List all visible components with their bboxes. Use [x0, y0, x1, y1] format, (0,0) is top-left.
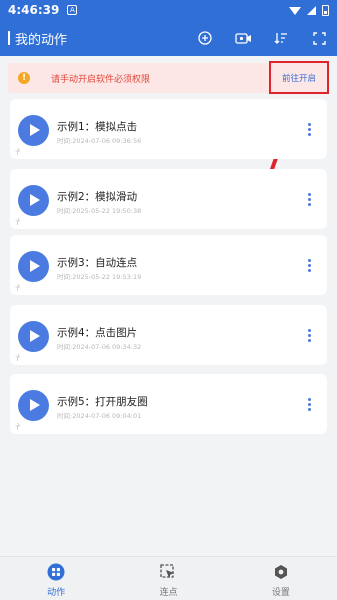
enable-permission-button[interactable]: 前往开启 [269, 61, 329, 94]
pin-icon [15, 148, 20, 155]
action-time: 时间:2025-05-22 19:50:38 [57, 207, 142, 215]
record-icon [234, 32, 251, 44]
pin-icon [15, 423, 20, 430]
action-item[interactable]: 示例2：模拟滑动时间:2025-05-22 19:50:38 [10, 169, 327, 229]
play-button[interactable] [18, 185, 49, 216]
action-name: 示例2：模拟滑动 [57, 191, 138, 203]
add-button[interactable] [195, 28, 215, 48]
action-item[interactable]: 示例1：模拟点击时间:2024-07-06 09:36:56 [10, 99, 327, 159]
app-bar: 我的动作 [0, 20, 337, 56]
tab-clicker[interactable]: 连点 [112, 557, 224, 600]
scan-icon [312, 31, 326, 45]
action-name: 示例3：自动连点 [57, 257, 138, 269]
action-item[interactable]: 示例5：打开朋友圈时间:2024-07-06 09:04:01 [10, 374, 327, 434]
signal-icon [307, 5, 316, 15]
play-button[interactable] [18, 115, 49, 146]
tab-label: 设置 [271, 588, 290, 598]
wifi-icon [289, 7, 301, 15]
gear-icon [272, 563, 290, 581]
action-name: 示例4：点击图片 [57, 327, 138, 339]
more-options-icon[interactable] [308, 193, 311, 206]
action-name: 示例1：模拟点击 [57, 121, 138, 133]
clock: 4:46:39 [8, 3, 60, 17]
more-options-icon[interactable] [308, 329, 311, 342]
add-icon [198, 31, 212, 45]
more-options-icon[interactable] [308, 259, 311, 272]
action-item[interactable]: 示例3：自动连点时间:2025-05-22 19:53:19 [10, 235, 327, 295]
warning-icon: ! [18, 72, 30, 84]
notification-icon: A [67, 5, 78, 15]
action-time: 时间:2025-05-22 19:53:19 [57, 273, 142, 281]
pin-icon [15, 218, 20, 225]
action-time: 时间:2024-07-06 09:34:32 [57, 343, 142, 351]
tab-actions[interactable]: 动作 [0, 557, 112, 600]
bottom-tab-bar: 动作 连点 设置 [0, 556, 337, 600]
pin-icon [15, 284, 20, 291]
play-button[interactable] [18, 390, 49, 421]
record-button[interactable] [233, 28, 253, 48]
sort-button[interactable] [271, 28, 291, 48]
more-options-icon[interactable] [308, 398, 311, 411]
grid-icon [47, 563, 65, 581]
sort-icon [274, 33, 287, 44]
action-time: 时间:2024-07-06 09:36:56 [57, 137, 142, 145]
tab-label: 连点 [159, 588, 178, 598]
action-name: 示例5：打开朋友圈 [57, 396, 148, 408]
status-icons [289, 4, 329, 16]
status-bar: 4:46:39 A [0, 0, 337, 20]
action-time: 时间:2024-07-06 09:04:01 [57, 412, 142, 420]
scan-button[interactable] [309, 28, 329, 48]
title-accent [8, 31, 10, 45]
tab-label: 动作 [47, 588, 66, 598]
tab-settings[interactable]: 设置 [225, 557, 337, 600]
battery-icon [322, 4, 329, 16]
more-options-icon[interactable] [308, 123, 311, 136]
play-button[interactable] [18, 251, 49, 282]
page-title: 我的动作 [15, 32, 68, 48]
pin-icon [15, 354, 20, 361]
permission-message: 请手动开启软件必须权限 [51, 75, 151, 85]
action-item[interactable]: 示例4：点击图片时间:2024-07-06 09:34:32 [10, 305, 327, 365]
cursor-icon [159, 563, 177, 581]
play-button[interactable] [18, 321, 49, 352]
